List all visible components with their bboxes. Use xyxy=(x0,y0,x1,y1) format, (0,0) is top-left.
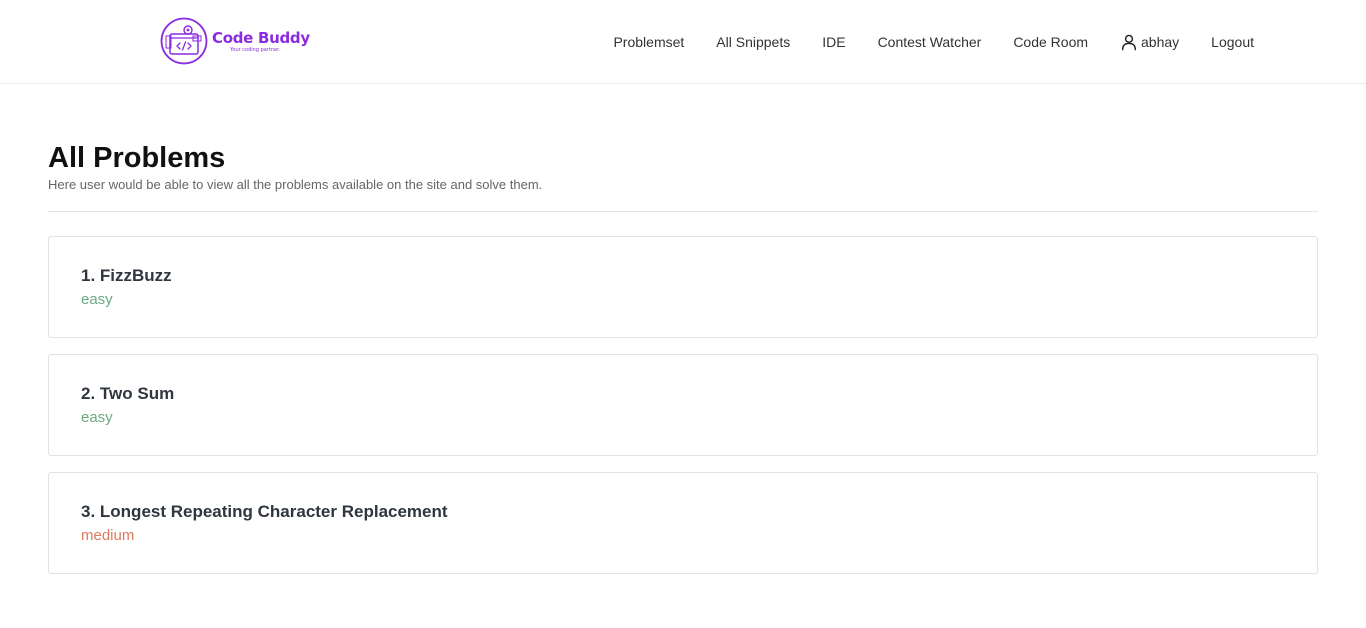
top-navbar: Code Buddy Your coding partner. Problems… xyxy=(0,0,1366,84)
problem-title[interactable]: 3. Longest Repeating Character Replaceme… xyxy=(81,501,1285,523)
difficulty-badge: easy xyxy=(81,291,113,308)
nav-user-profile[interactable]: abhay xyxy=(1120,33,1179,51)
nav-links: Problemset All Snippets IDE Contest Watc… xyxy=(613,0,1254,84)
difficulty-badge: medium xyxy=(81,527,135,544)
problem-title[interactable]: 2. Two Sum xyxy=(81,383,1285,405)
logout-link[interactable]: Logout xyxy=(1211,34,1254,50)
nav-link-ide[interactable]: IDE xyxy=(822,34,845,50)
nav-link-code-room[interactable]: Code Room xyxy=(1013,34,1088,50)
difficulty-badge: easy xyxy=(81,409,113,426)
divider xyxy=(48,211,1318,212)
user-icon xyxy=(1121,34,1137,51)
problem-list: 1. FizzBuzz easy 2. Two Sum easy 3. Long… xyxy=(48,236,1318,574)
problem-card-two-sum[interactable]: 2. Two Sum easy xyxy=(48,354,1318,456)
nav-link-contest-watcher[interactable]: Contest Watcher xyxy=(878,34,982,50)
brand-title: Code Buddy xyxy=(212,28,310,47)
nav-link-all-snippets[interactable]: All Snippets xyxy=(716,34,790,50)
page-title: All Problems xyxy=(48,142,226,174)
brand-logo-link[interactable]: Code Buddy Your coding partner. xyxy=(160,17,310,65)
problem-title[interactable]: 1. FizzBuzz xyxy=(81,265,1285,287)
page-subtitle: Here user would be able to view all the … xyxy=(48,177,543,192)
user-name: abhay xyxy=(1141,34,1180,50)
nav-link-problemset[interactable]: Problemset xyxy=(613,34,684,50)
problem-card-fizzbuzz[interactable]: 1. FizzBuzz easy xyxy=(48,236,1318,338)
problem-card-longest-repeating-character-replacement[interactable]: 3. Longest Repeating Character Replaceme… xyxy=(48,472,1318,574)
code-window-gear-icon xyxy=(160,17,208,65)
brand-tagline: Your coding partner. xyxy=(230,46,281,53)
main-content: All Problems Here user would be able to … xyxy=(48,141,1318,590)
